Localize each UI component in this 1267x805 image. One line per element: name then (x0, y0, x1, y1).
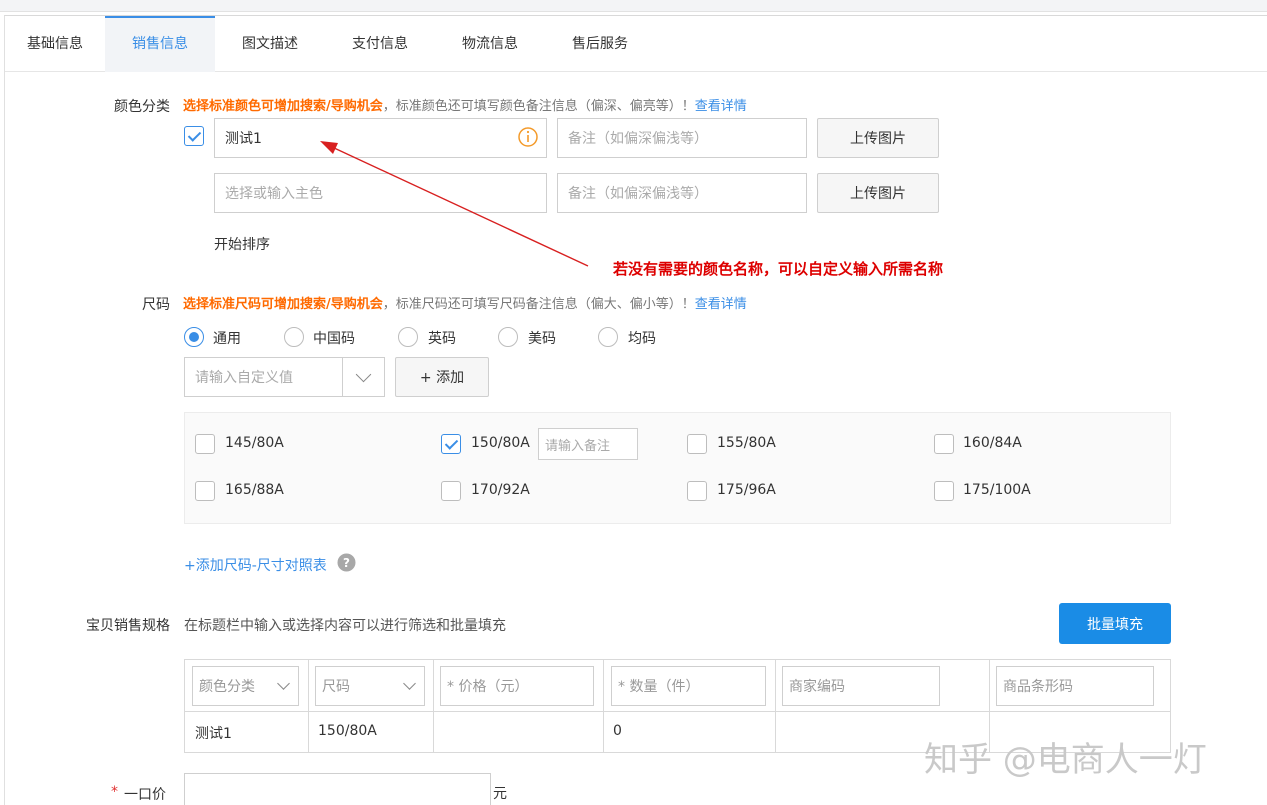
size-detail-link[interactable]: 查看详情 (695, 297, 747, 312)
chevron-down-icon[interactable] (342, 358, 384, 396)
size-option-label: 155/80A (717, 435, 776, 451)
size-checkbox-170-92a[interactable] (441, 481, 461, 501)
merchant-code-filter-input[interactable]: 商家编码 (782, 666, 940, 706)
size-option-label: 145/80A (225, 435, 284, 451)
spec-cell-color: 测试1 (195, 726, 232, 742)
size-checkbox-160-84a[interactable] (934, 434, 954, 454)
size-options-panel (184, 412, 1171, 524)
custom-size-select[interactable]: 请输入自定义值 (184, 357, 385, 397)
col-divider (603, 660, 604, 752)
size-checkbox-175-100a[interactable] (934, 481, 954, 501)
quantity-filter-placeholder: * 数量（件） (618, 679, 700, 695)
price-filter-input[interactable]: * 价格（元） (440, 666, 594, 706)
size-checkbox-165-88a[interactable] (195, 481, 215, 501)
size-option-label: 160/84A (963, 435, 1022, 451)
radio-china-size[interactable] (284, 327, 304, 347)
spec-table-row-divider (185, 711, 1170, 712)
custom-size-placeholder: 请输入自定义值 (195, 370, 293, 386)
annotation-text: 若没有需要的颜色名称，可以自定义输入所需名称 (613, 260, 944, 278)
help-icon[interactable]: ? (337, 553, 356, 572)
size-remark-placeholder: 请输入备注 (545, 438, 611, 454)
size-checkbox-150-80a[interactable] (441, 434, 461, 454)
col-divider (308, 660, 309, 752)
radio-general-label: 通用 (213, 331, 241, 347)
radio-us-size-label: 美码 (528, 331, 556, 347)
size-hint-text: ，标准尺码还可填写尺码备注信息（偏大、偏小等）！ (382, 297, 695, 312)
add-size-button[interactable]: + 添加 (395, 357, 489, 397)
radio-china-size-label: 中国码 (313, 331, 355, 347)
fixed-price-input[interactable] (184, 773, 491, 805)
size-checkbox-145-80a[interactable] (195, 434, 215, 454)
price-label: 一口价 (124, 787, 166, 803)
filter-size-label: 尺码 (322, 679, 350, 695)
size-option-label: 150/80A (471, 435, 530, 451)
size-hint-strong: 选择标准尺码可增加搜索/导购机会 (183, 297, 383, 312)
size-checkbox-155-80a[interactable] (687, 434, 707, 454)
spec-cell-quantity[interactable]: 0 (613, 723, 622, 739)
radio-uk-size-label: 英码 (428, 331, 456, 347)
merchant-code-filter-placeholder: 商家编码 (789, 679, 845, 695)
price-filter-placeholder: * 价格（元） (447, 679, 529, 695)
bulk-fill-button[interactable]: 批量填充 (1059, 603, 1171, 644)
spec-cell-size: 150/80A (318, 723, 377, 739)
watermark: 知乎 @电商人一灯 (924, 740, 1207, 780)
required-mark: * (111, 784, 118, 800)
spec-label: 宝贝销售规格 (86, 618, 170, 634)
spec-hint: 在标题栏中输入或选择内容可以进行筛选和批量填充 (184, 618, 506, 634)
chevron-down-icon (277, 677, 290, 690)
chevron-down-icon (403, 677, 416, 690)
svg-text:?: ? (343, 556, 350, 570)
size-option-label: 175/96A (717, 482, 776, 498)
barcode-filter-input[interactable]: 商品条形码 (996, 666, 1154, 706)
size-label: 尺码 (142, 297, 170, 313)
radio-one-size-label: 均码 (628, 331, 656, 347)
size-chart-link[interactable]: +添加尺码-尺寸对照表 (184, 555, 327, 575)
size-remark-input[interactable]: 请输入备注 (538, 428, 638, 460)
col-divider (433, 660, 434, 752)
size-option-label: 165/88A (225, 482, 284, 498)
size-option-label: 175/100A (963, 482, 1031, 498)
quantity-filter-input[interactable]: * 数量（件） (611, 666, 766, 706)
size-hint: 选择标准尺码可增加搜索/导购机会，标准尺码还可填写尺码备注信息（偏大、偏小等）！… (183, 293, 747, 312)
radio-uk-size[interactable] (398, 327, 418, 347)
filter-size-select[interactable]: 尺码 (315, 666, 425, 706)
radio-general[interactable] (184, 327, 204, 347)
radio-us-size[interactable] (498, 327, 518, 347)
radio-one-size[interactable] (598, 327, 618, 347)
filter-color-label: 颜色分类 (199, 679, 255, 695)
col-divider (775, 660, 776, 752)
size-checkbox-175-96a[interactable] (687, 481, 707, 501)
filter-color-select[interactable]: 颜色分类 (192, 666, 299, 706)
barcode-filter-placeholder: 商品条形码 (1003, 679, 1073, 695)
size-option-label: 170/92A (471, 482, 530, 498)
price-unit: 元 (493, 786, 507, 802)
